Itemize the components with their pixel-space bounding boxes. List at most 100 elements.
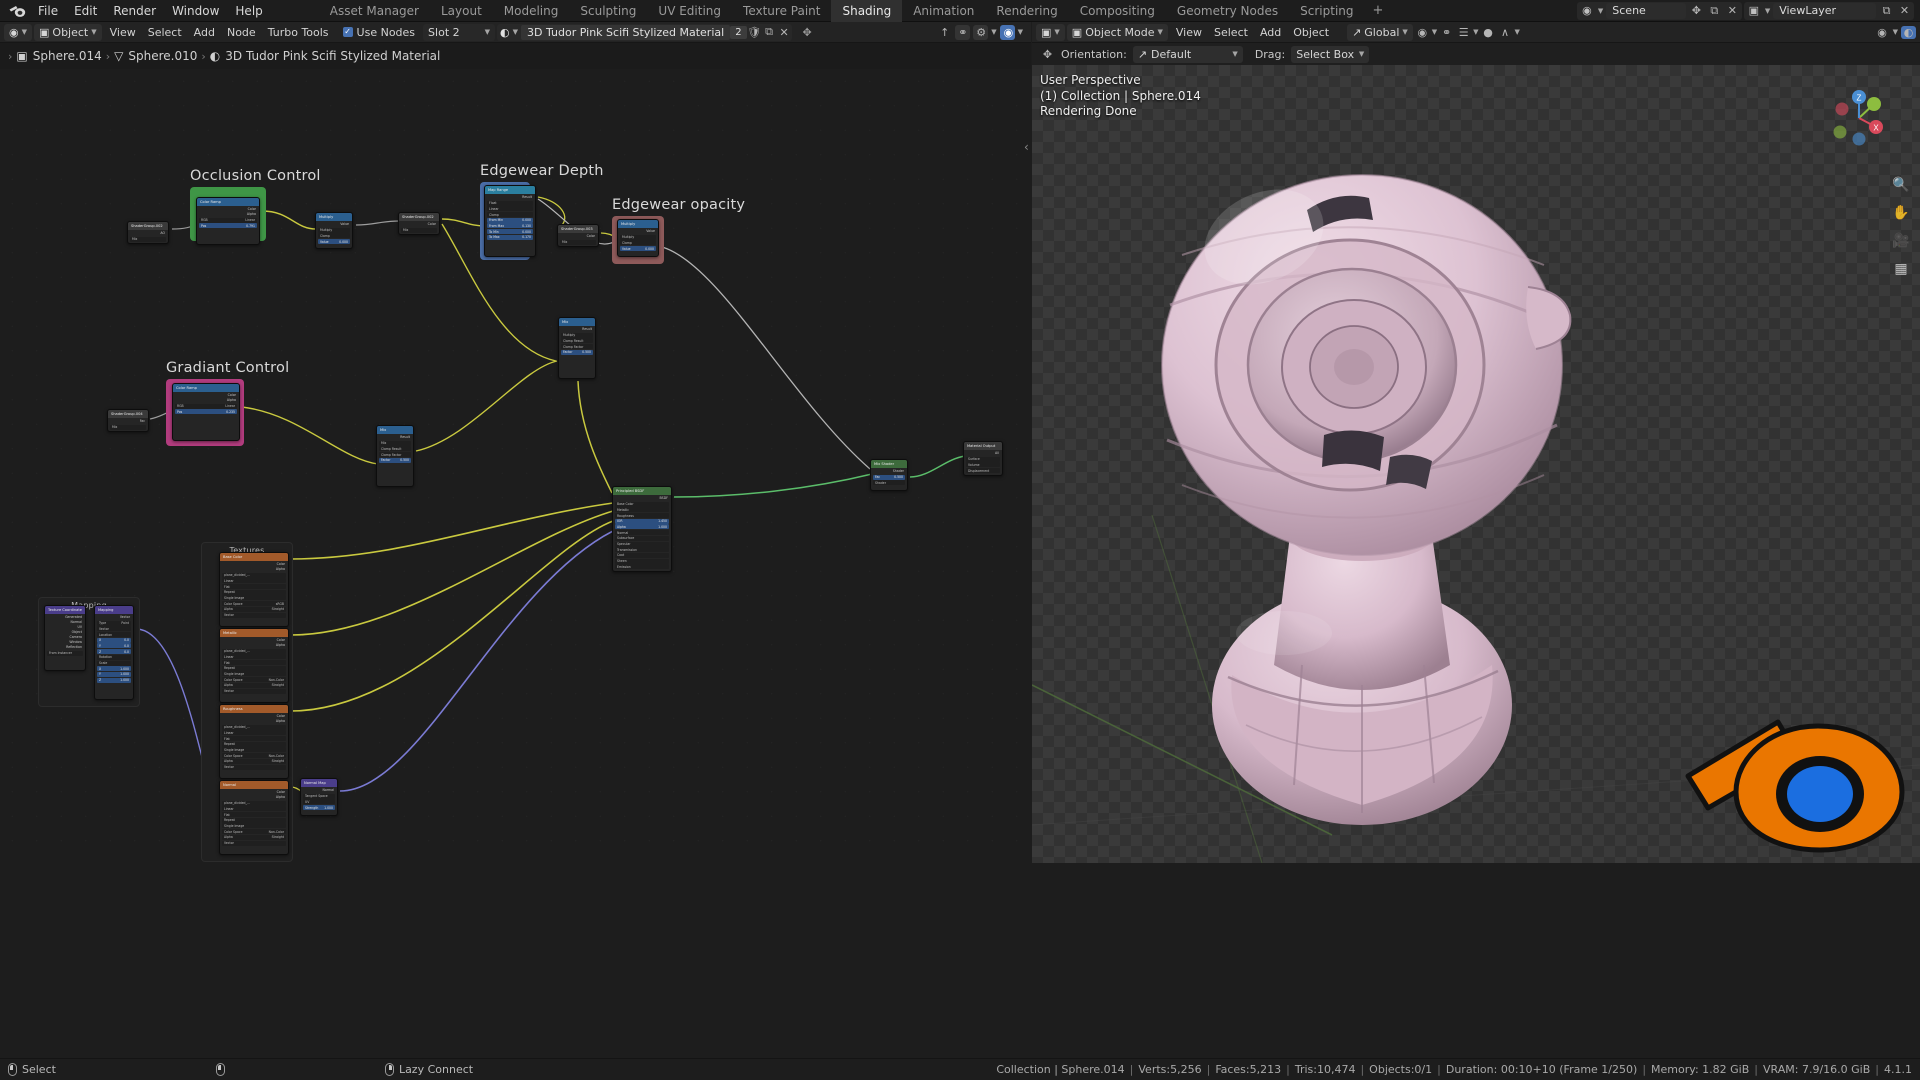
node-shadergroup-002-header[interactable]: ShaderGroup.002: [399, 213, 439, 221]
node-image-normal-field-0[interactable]: plane_divided_...: [222, 800, 286, 806]
node-image-normal-field-7[interactable]: Vector: [222, 840, 286, 846]
material-browse-icon[interactable]: ◐: [497, 26, 513, 39]
node-mapping-output-0[interactable]: Vector: [97, 615, 131, 620]
workspace-tab-layout[interactable]: Layout: [430, 0, 493, 22]
viewport-menu-object[interactable]: Object: [1287, 26, 1335, 39]
node-image-roughness-field-2[interactable]: Flat: [222, 736, 286, 742]
pivot-point-icon[interactable]: ◉: [1415, 26, 1430, 39]
node-image-normal-field-5[interactable]: Color Space Non-Color: [222, 829, 286, 835]
node-color-ramp-gradiant-field-1[interactable]: Pos 0.235: [175, 409, 237, 415]
workspace-tab-texture-paint[interactable]: Texture Paint: [732, 0, 831, 22]
menu-file[interactable]: File: [30, 1, 66, 21]
node-normal-map-field-1[interactable]: UV: [303, 799, 335, 805]
close-icon[interactable]: ✕: [1725, 4, 1740, 17]
node-principled-bsdf-field-8[interactable]: Transmission: [615, 547, 669, 553]
node-mix-top-field-2[interactable]: Clamp Factor: [561, 344, 593, 350]
node-color-ramp-occlusion-field-1[interactable]: Pos 0.791: [199, 223, 257, 229]
node-shadergroup-grad-field-0[interactable]: Mix: [110, 424, 146, 430]
scene-name-field[interactable]: Scene: [1606, 2, 1686, 19]
shader-menu-view[interactable]: View: [104, 26, 142, 39]
shader-menu-turbo-tools[interactable]: Turbo Tools: [262, 26, 335, 39]
node-image-metallic-output-1[interactable]: Alpha: [222, 643, 286, 648]
duplicate-icon[interactable]: ⧉: [1707, 4, 1722, 18]
node-image-base-color-field-3[interactable]: Repeat: [222, 589, 286, 595]
workspace-tab-animation[interactable]: Animation: [902, 0, 985, 22]
node-principled-bsdf-field-4[interactable]: Alpha 1.000: [615, 524, 669, 530]
viewport-menu-add[interactable]: Add: [1254, 26, 1287, 39]
proportional-edit-icon[interactable]: ●: [1481, 26, 1496, 39]
node-principled-bsdf-field-6[interactable]: Subsurface: [615, 535, 669, 541]
magnet-icon[interactable]: ⚭: [1439, 26, 1454, 39]
shader-menu-node[interactable]: Node: [221, 26, 262, 39]
node-color-ramp-occlusion-field-0[interactable]: RGB Linear: [199, 217, 257, 223]
node-shadergroup-003-header[interactable]: ShaderGroup.003: [558, 225, 598, 233]
node-image-base-color-field-4[interactable]: Single Image: [222, 595, 286, 601]
node-normal-map[interactable]: Normal Map Normal Tangent Space UV Strength 1…: [300, 778, 338, 816]
node-mix-top[interactable]: Mix Result Multiply Clamp Result Clamp Facto…: [558, 317, 596, 379]
node-shadergroup-grad-header[interactable]: ShaderGroup.004: [108, 410, 148, 418]
node-multiply-2-field-1[interactable]: Clamp: [620, 240, 656, 246]
node-multiply-1-field-1[interactable]: Clamp: [318, 233, 350, 239]
node-image-metallic-field-0[interactable]: plane_divided_...: [222, 648, 286, 654]
node-shadergroup-003[interactable]: ShaderGroup.003 Color Mix: [557, 224, 599, 248]
node-image-normal-field-1[interactable]: Linear: [222, 806, 286, 812]
node-mix-top-field-1[interactable]: Clamp Result: [561, 338, 593, 344]
node-mapping-header[interactable]: Mapping: [95, 606, 133, 614]
node-mapping-field-7[interactable]: Scale: [97, 660, 131, 666]
node-image-roughness-output-1[interactable]: Alpha: [222, 719, 286, 724]
node-image-metallic[interactable]: Metallic Color Alpha plane_divided_... Linea…: [219, 628, 289, 703]
close-icon[interactable]: ✕: [1897, 4, 1912, 17]
node-color-ramp-gradiant[interactable]: Color Ramp Color Alpha RGB Linear Pos 0.235: [172, 383, 240, 441]
node-normal-map-output-0[interactable]: Normal: [303, 788, 335, 793]
shader-menu-select[interactable]: Select: [142, 26, 188, 39]
blender-logo-icon[interactable]: [4, 1, 30, 21]
node-principled-bsdf[interactable]: Principled BSDF BSDF Base Color Metallic Rou…: [612, 486, 672, 572]
node-map-range-field-0[interactable]: Float: [487, 200, 533, 206]
node-image-base-color-field-1[interactable]: Linear: [222, 578, 286, 584]
node-multiply-2-header[interactable]: Multiply: [618, 220, 658, 228]
viewport-menu-view[interactable]: View: [1170, 26, 1208, 39]
node-multiply-2[interactable]: Multiply Value Multiply Clamp Value 0.000: [617, 219, 659, 257]
node-image-base-color-output-1[interactable]: Alpha: [222, 567, 286, 572]
node-mix-mid[interactable]: Mix Result Mix Clamp Result Clamp Factor Fact…: [376, 425, 414, 487]
material-users-count[interactable]: 2: [730, 25, 747, 39]
node-shadergroup-ao-input-output-0[interactable]: AO: [130, 231, 166, 236]
node-material-output-header[interactable]: Material Output: [964, 442, 1002, 450]
node-shadergroup-ao-input[interactable]: ShaderGroup.002 AO Mix: [127, 221, 169, 245]
node-image-normal-field-2[interactable]: Flat: [222, 812, 286, 818]
node-multiply-1-header[interactable]: Multiply: [316, 213, 352, 221]
node-multiply-1[interactable]: Multiply Value Multiply Clamp Value 0.000: [315, 212, 353, 249]
node-mapping-field-0[interactable]: Type Point: [97, 620, 131, 626]
node-mapping-field-5[interactable]: Z 0.0: [97, 649, 131, 655]
menu-help[interactable]: Help: [227, 1, 270, 21]
material-slot-selector[interactable]: Slot 2 ▼: [423, 23, 496, 41]
transform-orientation-selector[interactable]: ↗ Global ▼: [1347, 23, 1413, 41]
sidebar-collapse-icon[interactable]: ‹: [1024, 140, 1029, 154]
node-multiply-2-field-0[interactable]: Multiply: [620, 234, 656, 240]
node-principled-bsdf-field-1[interactable]: Metallic: [615, 507, 669, 513]
interaction-mode-selector[interactable]: ▣ Object Mode ▼: [1066, 23, 1168, 41]
node-principled-bsdf-field-2[interactable]: Roughness: [615, 513, 669, 519]
node-map-range-field-4[interactable]: From Max 0.130: [487, 223, 533, 229]
node-shadergroup-002[interactable]: ShaderGroup.002 Color Mix: [398, 212, 440, 236]
snap-magnet-icon[interactable]: ⚭: [955, 24, 971, 40]
node-mix-mid-output-0[interactable]: Result: [379, 435, 411, 440]
duplicate-icon[interactable]: ⧉: [762, 25, 777, 39]
node-image-metallic-field-6[interactable]: Alpha Straight: [222, 682, 286, 688]
node-mix-shader-output-0[interactable]: Shader: [873, 469, 905, 474]
node-mapping-field-10[interactable]: Z 1.000: [97, 677, 131, 683]
workspace-tab-compositing[interactable]: Compositing: [1069, 0, 1166, 22]
pin-icon[interactable]: ✥: [800, 26, 815, 39]
node-color-ramp-occlusion-header[interactable]: Color Ramp: [197, 198, 259, 206]
shader-menu-add[interactable]: Add: [188, 26, 221, 39]
navigation-gizmo[interactable]: Z X: [1828, 87, 1890, 149]
workspace-tab-uv-editing[interactable]: UV Editing: [647, 0, 732, 22]
view-layer-name-field[interactable]: ViewLayer: [1773, 2, 1876, 19]
node-shadergroup-grad-output-0[interactable]: Fac: [110, 419, 146, 424]
node-image-roughness-field-3[interactable]: Repeat: [222, 741, 286, 747]
node-image-metallic-field-4[interactable]: Single Image: [222, 671, 286, 677]
node-image-base-color-field-7[interactable]: Vector: [222, 612, 286, 618]
shading-rendered-icon[interactable]: ◐: [1901, 25, 1916, 39]
node-principled-bsdf-field-0[interactable]: Base Color: [615, 501, 669, 507]
workspace-tab-rendering[interactable]: Rendering: [985, 0, 1068, 22]
